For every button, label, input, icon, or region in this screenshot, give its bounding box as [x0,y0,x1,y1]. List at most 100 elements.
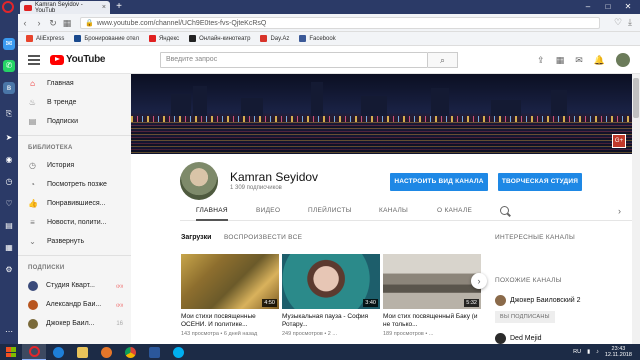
library-heading: БИБЛИОТЕКА [28,145,73,151]
search-icon[interactable]: ⌕ [428,52,458,68]
bookmark-favicon-icon [189,35,197,42]
uploads-title[interactable]: Загрузки [181,234,211,241]
search-input[interactable]: Введите запрос [160,52,428,68]
download-icon[interactable]: ⤓ [628,17,632,28]
sidebar-item-chevron-down[interactable]: ⌄ Развернуть [18,232,131,251]
account-avatar[interactable] [616,53,630,67]
history-sidebar-icon[interactable]: ◷ [3,176,15,188]
video-title[interactable]: Музыкальная пауза - София Ротару... [282,313,380,329]
channel-avatar[interactable] [180,162,218,200]
taskbar-chrome[interactable] [118,344,142,360]
close-window-button[interactable]: ✕ [618,0,638,14]
video-thumbnail[interactable]: 3:40 [282,254,380,309]
bookmark-item[interactable]: Онлайн-кинотеатр [189,35,250,42]
video-thumbnail[interactable]: 4:50 [181,254,279,309]
volume-icon[interactable]: ♪ [596,349,599,355]
related-channel[interactable]: Ded Mejid [495,333,542,344]
camera-icon[interactable]: ◉ [3,154,15,166]
sidebar-item-subscriptions[interactable]: ▤ Подписки [18,112,131,131]
sidebar-item-trending[interactable]: ♨ В тренде [18,93,131,112]
taskbar-explorer[interactable] [70,344,94,360]
upload-icon[interactable]: ⇪ [537,55,545,66]
language-indicator[interactable]: RU [573,349,581,355]
sidebar-subscription[interactable]: Джокер Баил... 16 [18,314,131,333]
customize-channel-button[interactable]: НАСТРОИТЬ ВИД КАНАЛА [390,173,488,191]
forward-icon[interactable]: › [32,16,46,30]
scrollbar-thumb[interactable] [633,78,639,118]
taskbar-skype[interactable] [166,344,190,360]
tab-playlists[interactable]: ПЛЕЙЛИСТЫ [308,203,352,221]
send-icon[interactable]: ➤ [3,132,15,144]
vk-icon[interactable]: в [3,82,15,94]
social-link-icon[interactable]: G+ [612,134,626,148]
sidebar-item-playlist[interactable]: ≡ Новости, полити... [18,213,131,232]
tabs-icon[interactable]: ▦ [3,242,15,254]
channel-search-icon[interactable] [500,206,509,215]
snapshot-icon[interactable]: ⎘ [3,108,15,120]
video-title[interactable]: Мои стих посвященный Баку (и не только..… [383,313,481,329]
video-card[interactable]: 5:32 Мои стих посвященный Баку (и не толь… [383,254,481,337]
play-all-button[interactable]: ВОСПРОИЗВЕСТИ ВСЕ [224,234,302,241]
video-card[interactable]: 3:40 Музыкальная пауза - София Ротару... 2… [282,254,380,337]
tab-about[interactable]: О КАНАЛЕ [437,203,472,221]
sidebar-item-history[interactable]: ◷ История [18,156,131,175]
bookmark-item[interactable]: Бронирование отел [74,35,139,42]
carousel-next-icon[interactable]: › [471,273,487,289]
sidebar-subscription[interactable]: Студия Кварт... ((•)) [18,276,131,295]
sidebar-item-label: История [47,162,75,169]
whatsapp-icon[interactable]: ✆ [3,60,15,72]
tab-close-icon[interactable]: × [102,4,106,11]
subscribed-button[interactable]: ВЫ ПОДПИСАНЫ [495,311,555,323]
video-title[interactable]: Мои стихи посвященные ОСЕНИ. И политике.… [181,313,279,329]
taskbar-ie[interactable] [46,344,70,360]
sidebar-item-like[interactable]: 👍 Понравившиеся... [18,194,131,213]
sidebar-item-home[interactable]: ⌂ Главная [18,74,131,93]
related-channel-avatar [495,333,506,344]
sidebar-subscription[interactable]: Александр Баи... ((•)) [18,295,131,314]
notifications-icon[interactable]: 🔔 [594,55,605,66]
skype-icon [172,346,184,358]
bookmark-item[interactable]: Яндекс [148,35,179,42]
page-scrollbar[interactable] [632,74,640,344]
bookmark-item[interactable]: Facebook [299,35,336,42]
tab-channels[interactable]: КАНАЛЫ [379,203,408,221]
bookmark-star-icon[interactable]: ♡ [614,17,622,28]
video-card[interactable]: 4:50 Мои стихи посвященные ОСЕНИ. И полит… [181,254,279,337]
taskbar-media[interactable] [94,344,118,360]
tab-home[interactable]: ГЛАВНАЯ [196,203,228,221]
messages-icon[interactable]: ✉ [575,55,583,66]
news-icon[interactable]: ▤ [3,220,15,232]
taskbar-opera[interactable] [22,344,46,360]
related-channel[interactable]: Джокер Баиловский 2 [495,295,581,306]
clock[interactable]: 23:43 12.11.2018 [605,346,632,358]
speed-dial-icon[interactable]: ▦ [60,16,74,30]
maximize-button[interactable]: □ [598,0,618,14]
bookmark-favicon-icon [260,35,268,42]
extensions-icon[interactable]: ⚙ [3,264,15,276]
heart-icon[interactable]: ♡ [3,198,15,210]
start-button[interactable] [0,344,22,360]
network-icon[interactable]: ▮ [587,349,590,355]
menu-icon[interactable] [28,55,40,65]
bookmark-item[interactable]: AliExpress [26,35,64,42]
sidebar-item-watch-later[interactable]: ◔ Посмотреть позже [18,175,131,194]
related-channel-name: Ded Mejid [510,335,542,342]
more-icon[interactable]: ⋯ [3,326,15,338]
taskbar-word[interactable] [142,344,166,360]
minimize-button[interactable]: – [578,0,598,14]
tab-videos[interactable]: ВИДЕО [256,203,280,221]
youtube-logo[interactable]: YouTube [50,54,106,65]
new-tab-button[interactable]: + [114,1,124,12]
bookmark-item[interactable]: Day.Az [260,35,289,42]
video-thumbnail[interactable]: 5:32 [383,254,481,309]
url-input[interactable]: 🔒 www.youtube.com/channel/UCh9E0tes-fvs-Q… [80,16,600,29]
tabs-next-icon[interactable]: › [618,206,621,216]
youtube-header: YouTube Введите запрос ⌕ ⇪ ▦ ✉ 🔔 [18,46,640,74]
opera-menu-icon[interactable] [2,1,14,13]
messenger-icon[interactable]: ✉ [3,38,15,50]
browser-tab[interactable]: Kamran Seyidov - YouTub × [20,1,110,14]
back-icon[interactable]: ‹ [18,16,32,30]
apps-icon[interactable]: ▦ [556,55,565,66]
creator-studio-button[interactable]: ТВОРЧЕСКАЯ СТУДИЯ [498,173,582,191]
reload-icon[interactable]: ↻ [46,16,60,30]
